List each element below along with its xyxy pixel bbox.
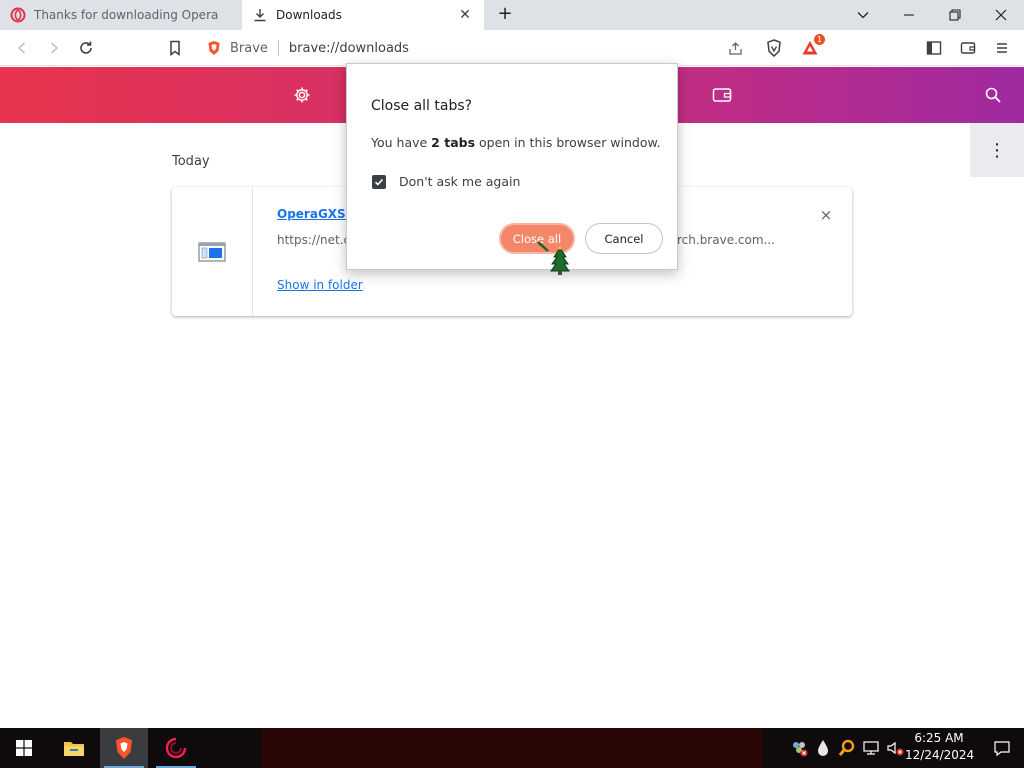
tray-volume-muted-icon[interactable] <box>885 738 905 758</box>
reload-icon <box>80 41 92 54</box>
download-source-url[interactable]: https://net.c <box>277 233 350 247</box>
wallet-header-icon[interactable] <box>712 85 732 105</box>
chevron-down-icon <box>857 12 869 19</box>
show-in-folder-link[interactable]: Show in folder <box>277 278 363 292</box>
wallet-icon <box>960 42 976 54</box>
date-group-label: Today <box>172 154 210 169</box>
file-explorer-icon <box>64 742 84 756</box>
dialog-tab-count: 2 tabs <box>431 135 476 150</box>
brave-shield-icon <box>208 41 220 55</box>
url-text[interactable]: brave://downloads <box>289 41 409 56</box>
back-button[interactable] <box>10 36 34 60</box>
bookmark-icon <box>170 40 180 56</box>
wallet-button[interactable] <box>956 36 980 60</box>
back-arrow-icon <box>17 42 25 54</box>
desktop-wallpaper-strip <box>262 728 762 768</box>
windows-taskbar: 6:25 AM 12/24/2024 <box>0 728 1024 768</box>
taskbar-file-explorer[interactable] <box>50 728 98 768</box>
restore-icon <box>949 9 961 21</box>
rewards-badge: 1 <box>814 34 825 45</box>
bookmark-button[interactable] <box>163 36 187 60</box>
windows-start-icon <box>16 740 32 756</box>
forward-arrow-icon <box>51 42 59 54</box>
main-menu-button[interactable] <box>990 36 1014 60</box>
tab-opera-thanks[interactable]: Thanks for downloading Opera <box>0 0 242 30</box>
minimize-button[interactable] <box>886 0 932 30</box>
brave-lion-icon <box>767 39 781 57</box>
dialog-message-prefix: You have <box>371 135 432 150</box>
sidebar-button[interactable] <box>922 36 946 60</box>
download-icon <box>252 7 268 23</box>
tab-close-icon[interactable]: ✕ <box>456 6 474 24</box>
brave-shields-button[interactable] <box>762 36 786 60</box>
clock-date: 12/24/2024 <box>905 748 975 762</box>
dont-ask-again-checkbox[interactable] <box>372 175 386 189</box>
browser-toolbar: Brave brave://downloads 1 <box>0 30 1024 66</box>
search-icon[interactable] <box>983 85 1003 105</box>
installer-file-icon <box>198 242 226 261</box>
brave-rewards-button[interactable]: 1 <box>798 34 825 60</box>
address-bar[interactable]: Brave brave://downloads <box>198 34 748 62</box>
remove-download-icon[interactable]: × <box>816 205 836 225</box>
hamburger-menu-icon <box>997 43 1007 53</box>
restore-button[interactable] <box>932 0 978 30</box>
start-button[interactable] <box>0 728 48 768</box>
forward-button[interactable] <box>42 36 66 60</box>
tab-title: Downloads <box>276 8 342 22</box>
close-all-tabs-dialog: Close all tabs? You have 2 tabs open in … <box>346 63 678 270</box>
settings-gear-icon[interactable] <box>292 85 312 105</box>
tab-strip: Thanks for downloading Opera Downloads ✕… <box>0 0 1024 30</box>
more-actions-button[interactable]: ⋮ <box>970 123 1024 177</box>
address-divider <box>277 40 279 56</box>
dialog-message: You have 2 tabs open in this browser win… <box>371 135 661 150</box>
action-center-button[interactable] <box>980 728 1024 768</box>
close-icon <box>995 9 1007 21</box>
minimize-icon <box>904 14 914 16</box>
clock-time: 6:25 AM <box>914 731 964 745</box>
tab-title: Thanks for downloading Opera <box>34 8 219 22</box>
tray-search-icon[interactable] <box>837 738 857 758</box>
tray-network-error-icon[interactable] <box>789 738 809 758</box>
brave-browser-icon <box>116 737 132 759</box>
close-window-button[interactable] <box>978 0 1024 30</box>
download-source-url-tail: rch.brave.com... <box>677 233 775 247</box>
tab-downloads[interactable]: Downloads ✕ <box>242 0 484 30</box>
site-label: Brave <box>230 40 268 56</box>
taskbar-opera-gx[interactable] <box>152 728 200 768</box>
cancel-button[interactable]: Cancel <box>585 223 663 254</box>
dialog-message-suffix: open in this browser window. <box>475 135 661 150</box>
share-icon <box>729 42 742 55</box>
tray-network-icon[interactable] <box>861 738 881 758</box>
file-icon-cell <box>172 187 253 316</box>
dont-ask-again-label[interactable]: Don't ask me again <box>399 174 520 189</box>
dialog-title: Close all tabs? <box>371 98 473 114</box>
tray-droplet-icon[interactable] <box>813 738 833 758</box>
tab-search-button[interactable] <box>840 0 886 30</box>
checkmark-icon <box>374 178 384 186</box>
notification-icon <box>994 741 1010 757</box>
new-tab-button[interactable]: + <box>494 5 516 25</box>
reload-button[interactable] <box>74 36 98 60</box>
share-button[interactable] <box>724 36 748 60</box>
sidebar-icon <box>926 41 942 55</box>
opera-gx-icon <box>165 737 187 759</box>
opera-icon <box>10 7 26 23</box>
taskbar-clock[interactable]: 6:25 AM 12/24/2024 <box>905 730 975 766</box>
taskbar-brave-browser[interactable] <box>100 728 148 768</box>
mouse-cursor-icon <box>537 241 570 275</box>
kebab-menu-icon: ⋮ <box>988 139 1006 161</box>
